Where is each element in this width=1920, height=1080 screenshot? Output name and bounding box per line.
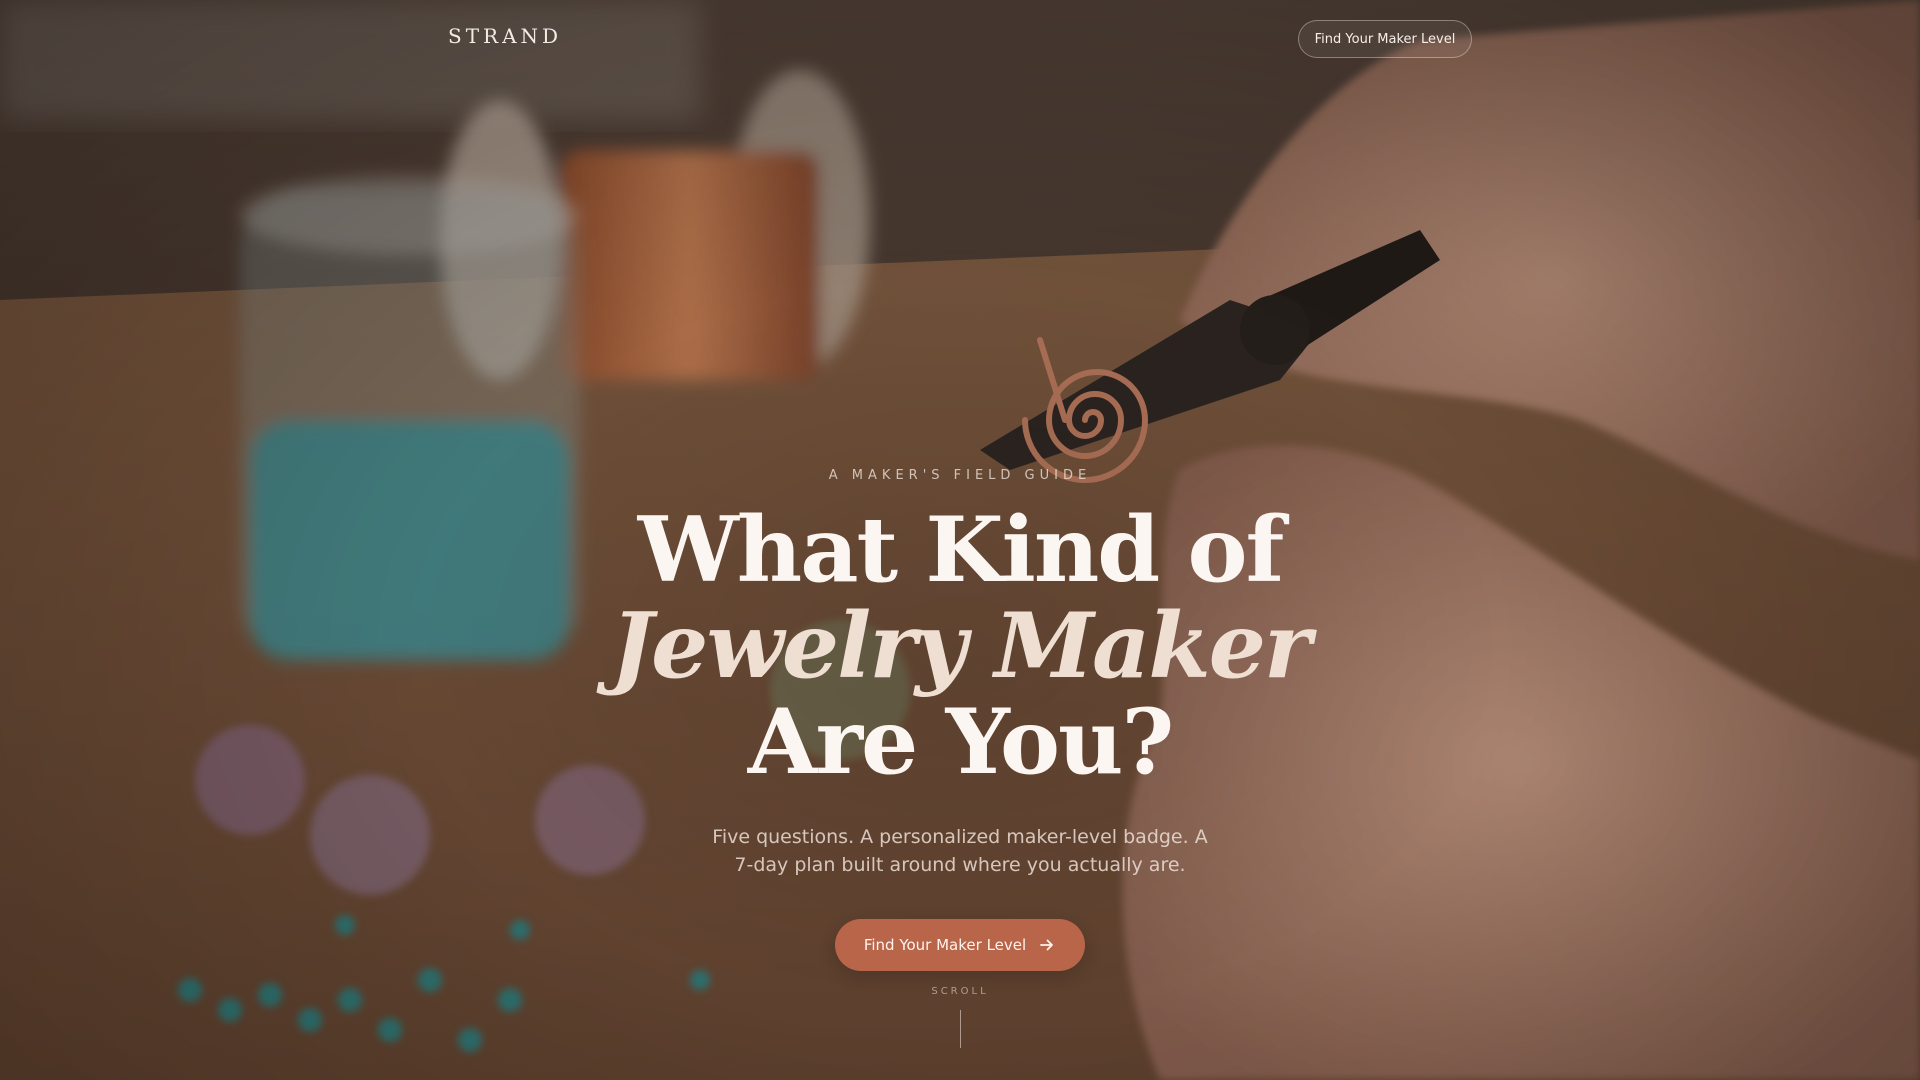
headline-line-2: Jewelry Maker [610,593,1312,699]
hero-content: A MAKER'S FIELD GUIDE What Kind of Jewel… [560,460,1360,971]
scroll-indicator-label[interactable]: SCROLL [910,986,1010,997]
hero-subtext: Five questions. A personalized maker-lev… [712,826,1208,876]
hero-cta-label: Find Your Maker Level [863,936,1027,954]
arrow-right-icon [1038,936,1056,954]
headline-line-3: Are You? [747,689,1174,795]
hero-headline: What Kind of Jewelry Maker Are You? [560,505,1360,793]
hero-find-maker-level-button[interactable]: Find Your Maker Level [835,919,1085,971]
brand-logo[interactable]: STRAND [448,24,562,48]
hero-section: STRAND Find Your Maker Level A MAKER'S F… [0,0,1920,1080]
hero-eyebrow: A MAKER'S FIELD GUIDE [828,468,1092,483]
headline-line-1: What Kind of [637,497,1285,603]
scroll-indicator-line [960,1010,961,1048]
top-nav: STRAND Find Your Maker Level [0,0,1920,80]
nav-find-maker-level-button[interactable]: Find Your Maker Level [1298,20,1472,58]
